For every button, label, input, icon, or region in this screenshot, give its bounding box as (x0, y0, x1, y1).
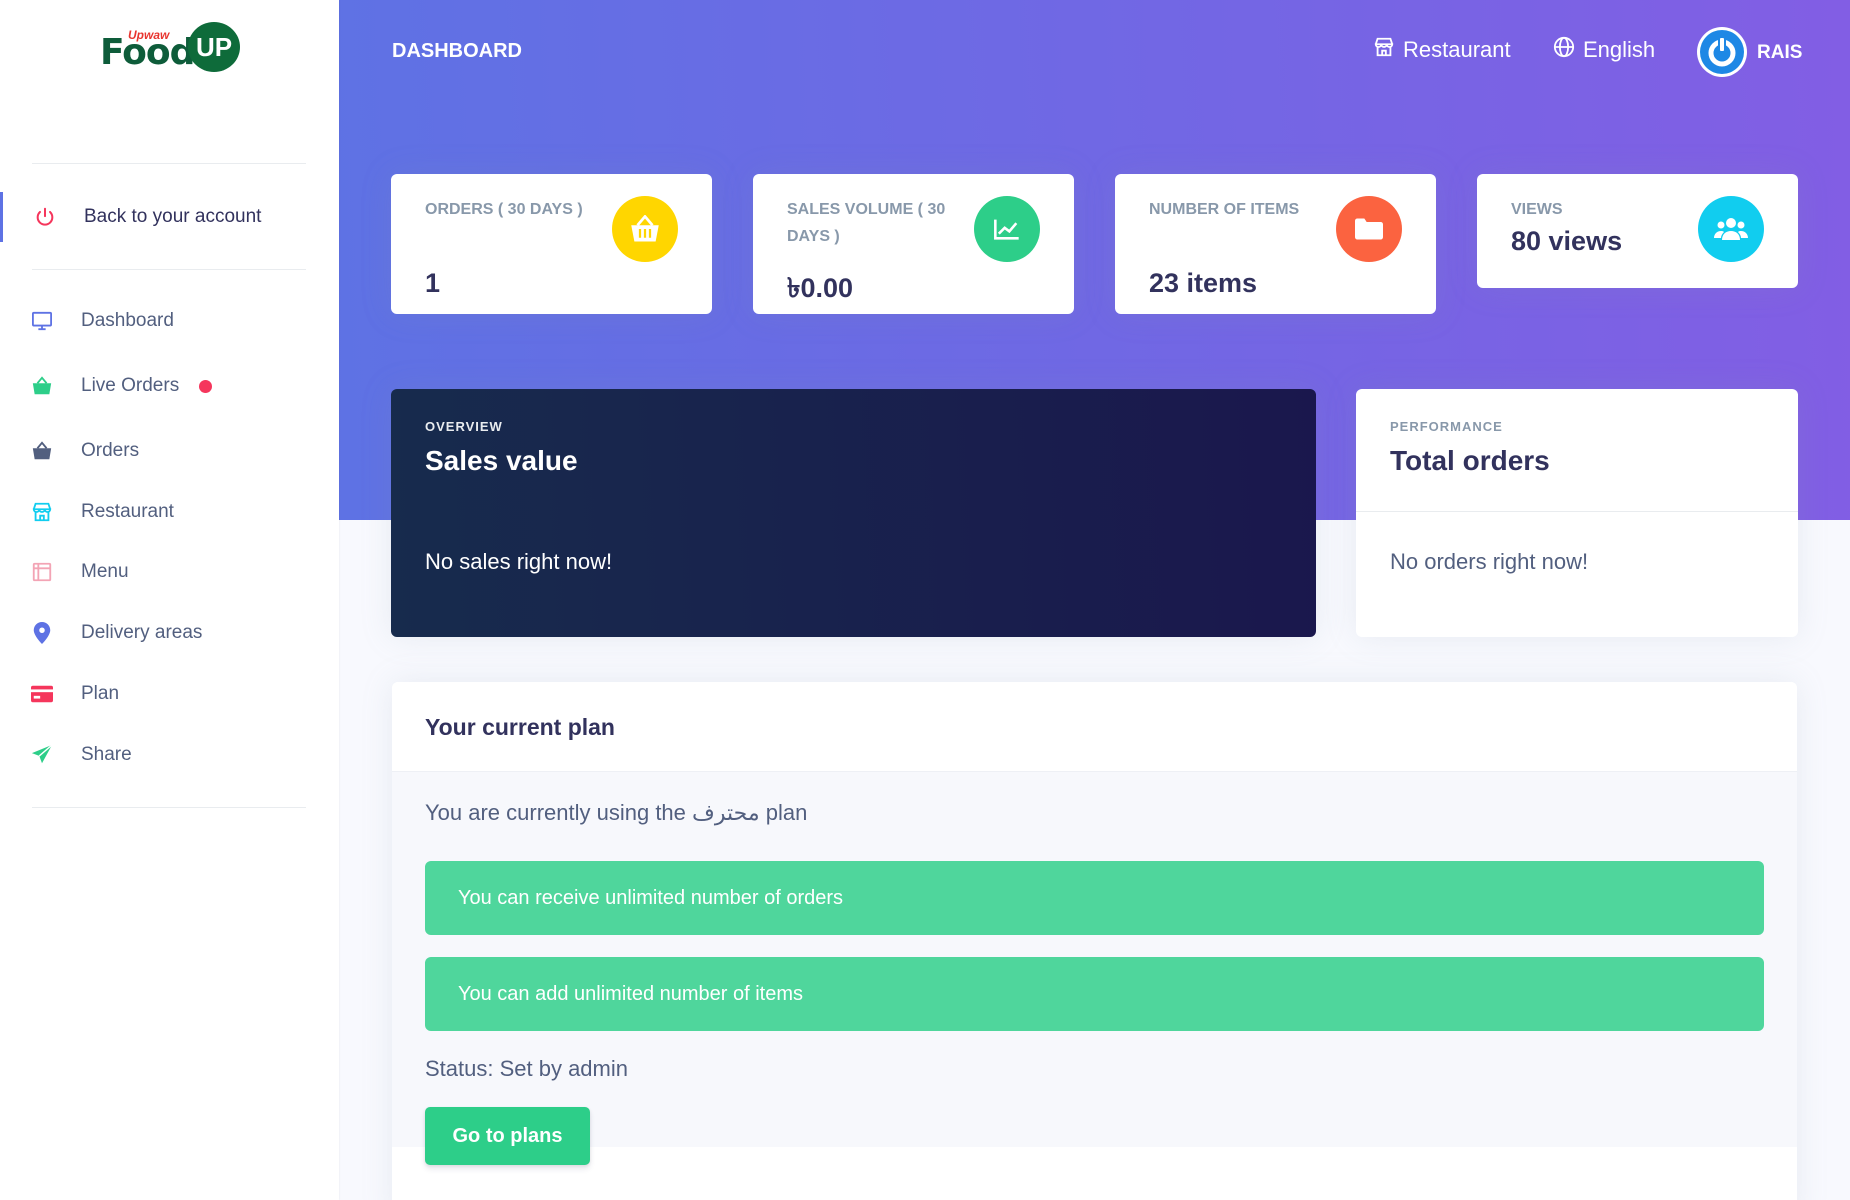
folder-icon (1336, 196, 1402, 262)
empty-state-text: No orders right now! (1390, 549, 1589, 574)
stat-value: 23 items (1149, 268, 1258, 298)
stat-card-sales-volume: SALES VOLUME ( 30 DAYS ) ৳0.00 (753, 174, 1074, 314)
back-to-account-link[interactable]: Back to your account (0, 192, 339, 242)
avatar[interactable] (1697, 27, 1747, 77)
stat-title: ORDERS ( 30 DAYS ) (425, 201, 583, 218)
go-to-plans-button[interactable]: Go to plans (425, 1107, 590, 1165)
card-heading: Total orders (1390, 445, 1550, 476)
sidebar-item-label: Dashboard (81, 310, 174, 331)
sidebar-item-label: Live Orders (81, 375, 180, 396)
pin-icon (30, 621, 54, 645)
card-eyebrow: OVERVIEW (425, 419, 503, 434)
empty-state-text: No sales right now! (425, 549, 613, 574)
stat-value: 80 views (1511, 226, 1623, 256)
card-heading: Your current plan (425, 714, 615, 740)
live-indicator-dot (199, 379, 212, 393)
sidebar-item-menu[interactable]: Menu (0, 549, 339, 595)
monitor-icon (30, 309, 54, 333)
stat-value: 1 (425, 268, 441, 298)
page-title[interactable]: DASHBOARD (392, 40, 522, 63)
card-header: Your current plan (392, 682, 1797, 772)
sidebar-item-orders[interactable]: Orders (0, 428, 339, 474)
sidebar-item-label: Delivery areas (81, 622, 203, 643)
shop-icon (30, 500, 54, 524)
total-orders-card: PERFORMANCE Total orders No orders right… (1356, 389, 1798, 637)
sidebar-item-delivery-areas[interactable]: Delivery areas (0, 610, 339, 656)
chart-icon (974, 196, 1040, 262)
sidebar-item-live-orders[interactable]: Live Orders (0, 363, 339, 409)
sidebar-item-share[interactable]: Share (0, 732, 339, 778)
card-heading: Sales value (425, 445, 578, 476)
basket-icon (30, 439, 54, 463)
sidebar-divider (32, 807, 306, 808)
restaurant-link-label: Restaurant (1403, 37, 1511, 62)
basket-icon (30, 374, 54, 398)
sidebar-item-label: Share (81, 744, 132, 765)
sidebar: Upwaw Food UP Back to your account Dashb… (0, 0, 339, 1200)
stat-card-views: VIEWS 80 views (1477, 174, 1798, 288)
sidebar-divider (32, 163, 306, 164)
card-eyebrow: PERFORMANCE (1390, 419, 1503, 434)
basket-icon (612, 196, 678, 262)
brand-logo[interactable]: Upwaw Food UP (100, 22, 240, 78)
power-icon (33, 205, 57, 229)
sidebar-item-dashboard[interactable]: Dashboard (0, 298, 339, 344)
stat-title: NUMBER OF ITEMS (1149, 201, 1300, 218)
sidebar-item-plan[interactable]: Plan (0, 671, 339, 717)
logo-badge: UP (188, 22, 240, 72)
stat-card-items: NUMBER OF ITEMS 23 items (1115, 174, 1436, 314)
logo-wordmark: Food (100, 32, 195, 73)
stat-title: VIEWS (1511, 201, 1563, 218)
credit-card-icon (30, 682, 54, 706)
sidebar-item-restaurant[interactable]: Restaurant (0, 489, 339, 535)
plan-status: Status: Set by admin (425, 1056, 628, 1081)
globe-icon (1553, 36, 1575, 64)
sidebar-divider (32, 269, 306, 270)
shop-icon (1373, 36, 1395, 64)
sidebar-item-label: Orders (81, 440, 140, 461)
language-selector[interactable]: English (1553, 36, 1655, 64)
restaurant-link[interactable]: Restaurant (1373, 36, 1511, 64)
plan-feature-alert: You can add unlimited number of items (425, 957, 1764, 1031)
user-name[interactable]: RAIS (1757, 42, 1802, 64)
stat-value: ৳0.00 (787, 273, 853, 303)
card-divider (1356, 511, 1798, 512)
stat-card-orders: ORDERS ( 30 DAYS ) 1 (391, 174, 712, 314)
stat-title: SALES VOLUME ( 30 DAYS ) (787, 201, 946, 245)
sidebar-item-label: Menu (81, 561, 129, 582)
language-label: English (1583, 37, 1656, 62)
sales-value-card: OVERVIEW Sales value No sales right now! (391, 389, 1316, 637)
plan-description: You are currently using the محترف plan (425, 800, 808, 825)
send-icon (30, 743, 54, 767)
menu-icon (30, 560, 54, 584)
sidebar-item-label: Plan (81, 683, 120, 704)
power-icon (1700, 30, 1744, 74)
users-icon (1698, 196, 1764, 262)
current-plan-card: Your current plan You are currently usin… (392, 682, 1797, 1200)
plan-feature-alert: You can receive unlimited number of orde… (425, 861, 1764, 935)
sidebar-item-label: Restaurant (81, 501, 174, 522)
back-to-account-label: Back to your account (84, 206, 262, 227)
